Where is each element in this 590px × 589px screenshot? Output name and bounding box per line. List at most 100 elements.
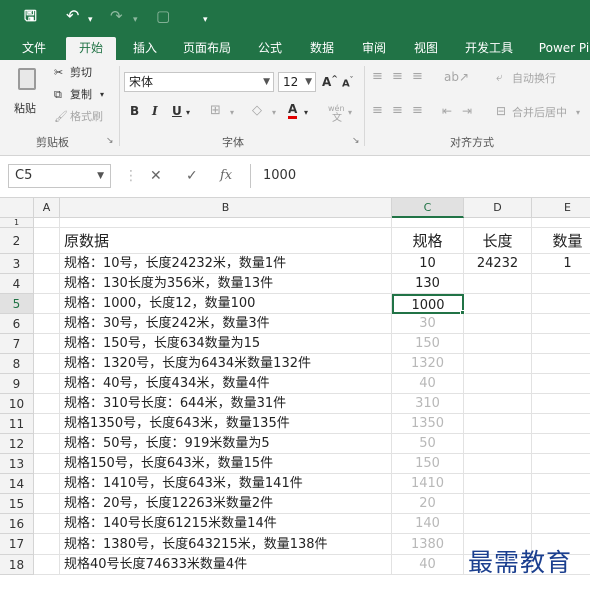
- font-color-dropdown-icon[interactable]: ▾: [304, 106, 308, 120]
- tab-developer[interactable]: 开发工具: [458, 37, 520, 60]
- cell-d[interactable]: [464, 514, 532, 534]
- cell-e[interactable]: [532, 314, 590, 334]
- row-header[interactable]: 2: [0, 228, 34, 254]
- cell-b[interactable]: 规格：1380号，长度643215米，数量138件: [60, 534, 392, 555]
- name-box[interactable]: C5 ▼: [8, 164, 111, 188]
- cell-e[interactable]: 数量: [532, 228, 590, 254]
- row-header[interactable]: 7: [0, 334, 34, 354]
- cell-a[interactable]: [34, 314, 60, 334]
- cell-e[interactable]: [532, 474, 590, 494]
- copy-dropdown-icon[interactable]: ▾: [100, 88, 104, 102]
- cell-e[interactable]: [532, 514, 590, 534]
- cell-c[interactable]: 150: [392, 334, 464, 354]
- cell-b[interactable]: 规格1350号，长度643米，数量135件: [60, 414, 392, 434]
- cell-b[interactable]: [60, 218, 392, 228]
- cell-d[interactable]: [464, 334, 532, 354]
- print-preview-icon[interactable]: ▢: [156, 7, 170, 25]
- row-header[interactable]: 1: [0, 218, 34, 228]
- clipboard-launcher-icon[interactable]: ↘: [106, 136, 114, 146]
- tab-insert[interactable]: 插入: [124, 37, 166, 60]
- tab-data[interactable]: 数据: [302, 37, 342, 60]
- cell-a[interactable]: [34, 434, 60, 454]
- column-header-d[interactable]: D: [464, 198, 532, 218]
- phonetic-dropdown-icon[interactable]: ▾: [348, 106, 352, 120]
- redo-icon[interactable]: ↷: [110, 7, 123, 25]
- cell-b[interactable]: 规格：140号长度61215米数量14件: [60, 514, 392, 534]
- customize-qat-icon[interactable]: ▾: [203, 11, 208, 29]
- underline-dropdown-icon[interactable]: ▾: [186, 106, 190, 120]
- cell-c[interactable]: 30: [392, 314, 464, 334]
- tab-home[interactable]: 开始: [66, 37, 116, 60]
- merge-center-button[interactable]: 合并后居中: [512, 106, 567, 120]
- cell-a[interactable]: [34, 474, 60, 494]
- font-size-select[interactable]: 12 ▼: [278, 72, 316, 92]
- drag-handle-icon[interactable]: ⋮: [124, 168, 138, 184]
- tab-page-layout[interactable]: 页面布局: [176, 37, 238, 60]
- cell-b[interactable]: 规格：150号，长度634数量为15: [60, 334, 392, 354]
- column-header-c[interactable]: C: [392, 198, 464, 218]
- merge-dropdown-icon[interactable]: ▾: [576, 106, 580, 120]
- cell-c[interactable]: 40: [392, 555, 464, 575]
- align-right-icon[interactable]: ≡: [412, 104, 423, 118]
- cell-e[interactable]: 1: [532, 254, 590, 274]
- column-header-a[interactable]: A: [34, 198, 60, 218]
- cell-a[interactable]: [34, 374, 60, 394]
- fill-color-icon[interactable]: ◇: [252, 104, 262, 118]
- cell-d[interactable]: [464, 274, 532, 294]
- decrease-indent-icon[interactable]: ⇤: [442, 104, 452, 118]
- tab-review[interactable]: 审阅: [354, 37, 394, 60]
- cell-e[interactable]: [532, 294, 590, 314]
- row-header[interactable]: 17: [0, 534, 34, 555]
- cell-d[interactable]: [464, 474, 532, 494]
- cell-b[interactable]: 规格：20号，长度12263米数量2件: [60, 494, 392, 514]
- copy-button[interactable]: 复制: [70, 88, 92, 102]
- formula-input[interactable]: 1000: [250, 164, 590, 188]
- cell-b[interactable]: 规格：1410号，长度643米，数量141件: [60, 474, 392, 494]
- cell-c[interactable]: 140: [392, 514, 464, 534]
- row-header[interactable]: 5: [0, 294, 34, 314]
- cell-d[interactable]: [464, 434, 532, 454]
- wrap-text-icon[interactable]: ⤶: [496, 70, 503, 84]
- row-header[interactable]: 14: [0, 474, 34, 494]
- cell-b[interactable]: 规格：30号，长度242米，数量3件: [60, 314, 392, 334]
- cell-b[interactable]: 原数据: [60, 228, 392, 254]
- cancel-icon[interactable]: ✕: [150, 168, 162, 184]
- cell-c[interactable]: 规格: [392, 228, 464, 254]
- cell-a[interactable]: [34, 414, 60, 434]
- cell-d[interactable]: [464, 354, 532, 374]
- cell-d[interactable]: [464, 294, 532, 314]
- cell-b[interactable]: 规格：10号，长度24232米，数量1件: [60, 254, 392, 274]
- column-header-e[interactable]: E: [532, 198, 590, 218]
- align-middle-icon[interactable]: ≡: [392, 70, 403, 84]
- cut-button[interactable]: 剪切: [70, 66, 92, 80]
- underline-button[interactable]: U: [172, 104, 182, 118]
- cell-c[interactable]: 1380: [392, 534, 464, 555]
- cell-b[interactable]: 规格：130长度为356米，数量13件: [60, 274, 392, 294]
- cell-a[interactable]: [34, 228, 60, 254]
- cell-e[interactable]: [532, 454, 590, 474]
- cell-a[interactable]: [34, 494, 60, 514]
- cell-b[interactable]: 规格40号长度74633米数量4件: [60, 555, 392, 575]
- fill-dropdown-icon[interactable]: ▾: [272, 106, 276, 120]
- cell-d[interactable]: [464, 394, 532, 414]
- undo-icon[interactable]: ↶: [66, 7, 79, 25]
- wrap-text-button[interactable]: 自动换行: [512, 72, 556, 86]
- cell-c[interactable]: 1320: [392, 354, 464, 374]
- cell-c[interactable]: 10: [392, 254, 464, 274]
- select-all-corner[interactable]: [0, 198, 34, 218]
- align-left-icon[interactable]: ≡: [372, 104, 383, 118]
- cell-b[interactable]: 规格：50号，长度：919米数量为5: [60, 434, 392, 454]
- font-name-select[interactable]: 宋体 ▼: [124, 72, 274, 92]
- copy-icon[interactable]: ⧉: [54, 88, 62, 102]
- cell-e[interactable]: [532, 374, 590, 394]
- cell-c[interactable]: 150: [392, 454, 464, 474]
- active-cell[interactable]: 1000: [392, 294, 464, 314]
- cell-c[interactable]: 40: [392, 374, 464, 394]
- increase-indent-icon[interactable]: ⇥: [462, 104, 472, 118]
- align-center-icon[interactable]: ≡: [392, 104, 403, 118]
- cell-a[interactable]: [34, 254, 60, 274]
- row-header[interactable]: 4: [0, 274, 34, 294]
- redo-dropdown-icon[interactable]: ▾: [133, 11, 138, 29]
- cell-c[interactable]: 1410: [392, 474, 464, 494]
- merge-center-icon[interactable]: ⊟: [496, 104, 506, 118]
